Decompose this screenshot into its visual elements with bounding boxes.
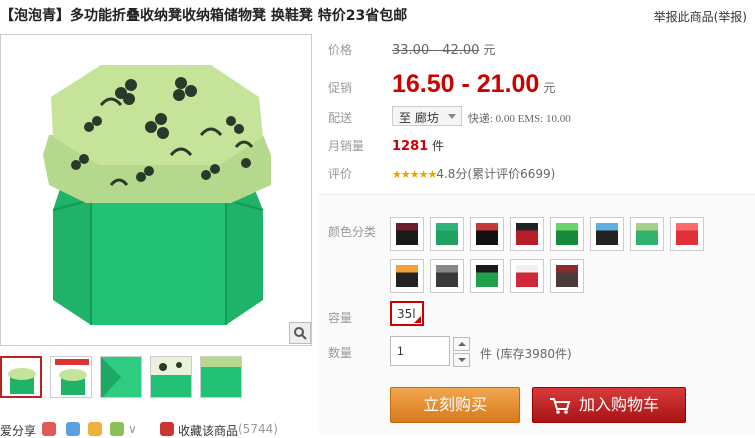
color-swatch[interactable] bbox=[510, 217, 544, 251]
sales-count: 1281 bbox=[392, 139, 429, 154]
swatch-thumbnail bbox=[676, 223, 698, 245]
thumbnail-image bbox=[201, 357, 241, 397]
sku-options-panel: 颜色分类 容量 35l 数量 件 (库存3980件) 立刻购买 加入购物车 bbox=[318, 194, 755, 433]
currency-label: 元 bbox=[543, 81, 556, 95]
quantity-input[interactable] bbox=[390, 336, 450, 366]
currency-label: 元 bbox=[483, 43, 496, 57]
delivery-destination: 至 廊坊 bbox=[399, 111, 439, 125]
favorite-count: (5744) bbox=[238, 422, 278, 436]
favorite-icon[interactable] bbox=[160, 422, 174, 438]
title-bar: 【泡泡青】多功能折叠收纳凳收纳箱储物凳 换鞋凳 特价23省包邮 举报此商品(举报… bbox=[0, 0, 755, 34]
share-icon-2[interactable] bbox=[66, 422, 80, 438]
color-swatch[interactable] bbox=[510, 259, 544, 293]
color-swatch[interactable] bbox=[430, 217, 464, 251]
share-label: 爱分享 bbox=[0, 424, 37, 438]
share-more-icon[interactable]: ∨ bbox=[128, 422, 137, 436]
star-rating-icon: ★★★★★ bbox=[392, 168, 437, 181]
swatch-thumbnail bbox=[556, 265, 578, 287]
add-to-cart-label: 加入购物车 bbox=[579, 395, 660, 414]
swatch-thumbnail bbox=[516, 223, 538, 245]
thumbnail-image bbox=[8, 368, 36, 394]
sales-label: 月销量 bbox=[328, 139, 365, 153]
thumbnail-strip bbox=[0, 356, 315, 400]
capacity-option-selected[interactable]: 35l bbox=[390, 301, 424, 326]
swatch-thumbnail bbox=[396, 265, 418, 287]
buy-now-button[interactable]: 立刻购买 bbox=[390, 387, 520, 423]
price-label: 价格 bbox=[328, 43, 353, 57]
swatch-thumbnail bbox=[596, 223, 618, 245]
thumbnail-4[interactable] bbox=[150, 356, 192, 398]
thumbnail-3[interactable] bbox=[100, 356, 142, 398]
color-swatch[interactable] bbox=[470, 259, 504, 293]
capacity-label: 容量 bbox=[328, 311, 353, 325]
rating-label: 评价 bbox=[328, 167, 353, 181]
product-title: 【泡泡青】多功能折叠收纳凳收纳箱储物凳 换鞋凳 特价23省包邮 bbox=[0, 8, 408, 24]
rating-summary[interactable]: 4.8分(累计评价6699) bbox=[436, 167, 555, 181]
color-swatch[interactable] bbox=[550, 259, 584, 293]
stool-illustration bbox=[43, 65, 271, 325]
swatch-thumbnail bbox=[396, 223, 418, 245]
thumbnail-1[interactable] bbox=[0, 356, 42, 398]
sales-unit: 件 bbox=[432, 139, 445, 153]
share-icon-1[interactable] bbox=[42, 422, 56, 438]
quantity-decrease-button[interactable] bbox=[453, 353, 470, 367]
color-swatch[interactable] bbox=[470, 217, 504, 251]
share-icon-4[interactable] bbox=[110, 422, 124, 438]
capacity-value: 35l bbox=[397, 307, 416, 321]
thumbnail-image bbox=[55, 359, 89, 395]
share-row: 爱分享 ∨ 收藏该商品 (5744) bbox=[0, 422, 315, 438]
stock-text: 件 (库存3980件) bbox=[480, 347, 572, 361]
thumbnail-2[interactable] bbox=[50, 356, 92, 398]
swatch-thumbnail bbox=[436, 223, 458, 245]
report-link[interactable]: 举报此商品(举报) bbox=[654, 8, 747, 25]
delivery-destination-select[interactable]: 至 廊坊 bbox=[392, 106, 462, 126]
product-gallery: 爱分享 ∨ 收藏该商品 (5744) bbox=[0, 34, 315, 438]
color-swatch[interactable] bbox=[550, 217, 584, 251]
buy-now-label: 立刻购买 bbox=[422, 395, 487, 414]
thumbnail-image bbox=[151, 357, 191, 397]
thumbnail-5[interactable] bbox=[200, 356, 242, 398]
swatch-thumbnail bbox=[556, 223, 578, 245]
chevron-down-icon bbox=[447, 114, 456, 119]
swatch-thumbnail bbox=[636, 223, 658, 245]
selected-check-icon bbox=[414, 316, 421, 323]
color-swatch[interactable] bbox=[390, 217, 424, 251]
swatch-thumbnail bbox=[516, 265, 538, 287]
color-swatch[interactable] bbox=[390, 259, 424, 293]
quantity-label: 数量 bbox=[328, 346, 353, 360]
favorite-label[interactable]: 收藏该商品 bbox=[178, 422, 238, 438]
color-swatch[interactable] bbox=[630, 217, 664, 251]
color-swatch[interactable] bbox=[590, 217, 624, 251]
promo-label: 促销 bbox=[328, 81, 353, 95]
share-icon-3[interactable] bbox=[88, 422, 102, 438]
add-to-cart-button[interactable]: 加入购物车 bbox=[532, 387, 686, 423]
swatch-thumbnail bbox=[476, 223, 498, 245]
quantity-increase-button[interactable] bbox=[453, 337, 470, 351]
color-swatch[interactable] bbox=[430, 259, 464, 293]
promo-price: 16.50 - 21.00 bbox=[392, 70, 540, 98]
magnifier-icon bbox=[294, 327, 307, 340]
product-info: 价格 33.00 - 42.00 元 促销 16.50 - 21.00 元 配送 至… bbox=[318, 34, 755, 433]
delivery-label: 配送 bbox=[328, 111, 353, 125]
color-swatch[interactable] bbox=[670, 217, 704, 251]
shipping-fees: 快递: 0.00 EMS: 10.00 bbox=[467, 113, 571, 125]
swatch-thumbnail bbox=[476, 265, 498, 287]
swatch-thumbnail bbox=[436, 265, 458, 287]
promo-row: 促销 16.50 - 21.00 元 bbox=[318, 70, 755, 102]
cart-icon bbox=[550, 398, 571, 414]
original-price: 33.00 - 42.00 bbox=[392, 43, 480, 58]
color-label: 颜色分类 bbox=[328, 225, 377, 239]
zoom-button[interactable] bbox=[289, 322, 311, 344]
main-product-image[interactable] bbox=[0, 34, 312, 346]
thumbnail-image bbox=[101, 357, 141, 397]
